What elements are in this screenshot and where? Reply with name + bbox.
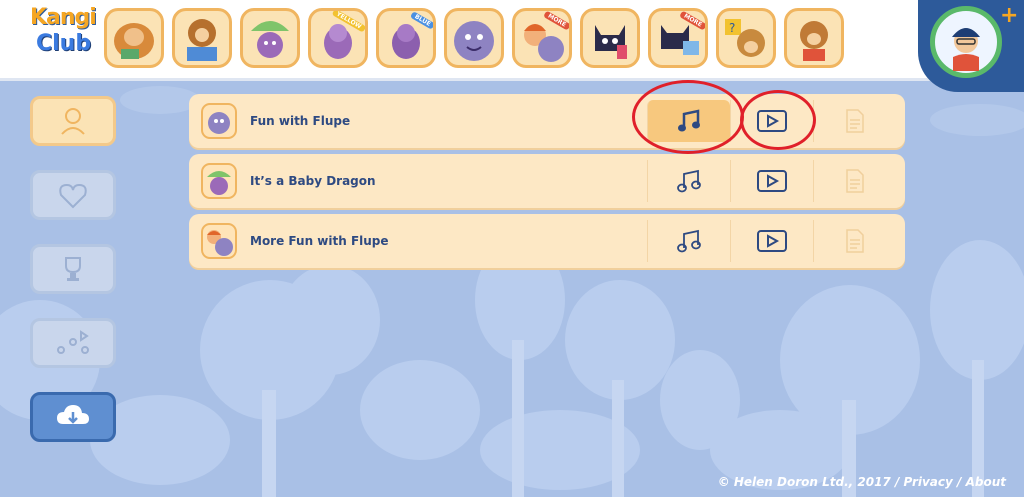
sidebar-download-button[interactable] [30,392,116,442]
music-button[interactable] [647,160,730,202]
character-carousel: YELLOW BLUE MORE MORE ? [104,6,852,72]
character-baby-dragon-umbrella[interactable] [240,8,300,68]
play-icon [757,170,787,192]
video-play-button[interactable] [730,220,813,262]
add-profile-icon[interactable]: + [1000,5,1020,27]
song-thumbnail [201,163,237,199]
character-black-cat[interactable] [580,8,640,68]
sidebar-profile-button[interactable] [30,96,116,146]
svg-text:?: ? [729,21,735,35]
music-button[interactable] [647,220,730,262]
copyright-text: © Helen Doron Ltd., 2017 [717,475,891,489]
song-row[interactable]: More Fun with Flupe [189,214,905,268]
character-dog-book[interactable] [172,8,232,68]
lyrics-document-button[interactable] [813,100,896,142]
song-title: It’s a Baby Dragon [250,174,376,188]
logo-text-club: Club [36,31,92,56]
about-link[interactable]: About [966,475,1006,489]
lyrics-document-button[interactable] [813,160,896,202]
play-icon [757,230,787,252]
logo-text-kangi: Kangi [30,5,97,30]
document-icon [846,169,864,193]
sidebar-trophies-button[interactable] [30,244,116,294]
character-dragon-blue[interactable]: BLUE [376,8,436,68]
kangi-club-logo[interactable]: Kangi Club [30,6,104,72]
person-icon [61,108,85,135]
top-bar: Kangi Club YELLOW BLUE MORE MORE ? + [0,0,1024,92]
avatar[interactable] [930,6,1002,78]
footer: © Helen Doron Ltd., 2017 / Privacy / Abo… [718,475,1006,489]
document-icon [846,109,864,133]
song-title: Fun with Flupe [250,114,351,128]
music-note-icon [677,229,701,253]
song-thumbnail [201,103,237,139]
character-dragon-yellow[interactable]: YELLOW [308,8,368,68]
trophy-icon [65,257,81,281]
footer-separator: / [890,475,904,489]
footer-separator: / [952,475,966,489]
song-title: More Fun with Flupe [250,234,389,248]
privacy-link[interactable]: Privacy [904,475,953,489]
sidebar-games-button[interactable] [30,318,116,368]
document-icon [846,229,864,253]
music-note-icon [677,169,701,193]
video-play-button[interactable] [730,160,813,202]
character-dog-scout[interactable] [784,8,844,68]
cloud-download-icon [57,405,89,424]
song-thumbnail [201,223,237,259]
annotation-circle-video [740,90,816,150]
sidebar-favorites-button[interactable] [30,170,116,220]
lyrics-document-button[interactable] [813,220,896,262]
character-boy-flupe[interactable]: MORE [512,8,572,68]
character-dog-question[interactable]: ? [716,8,776,68]
character-flupe[interactable] [444,8,504,68]
annotation-circle-music [632,80,744,154]
song-row[interactable]: It’s a Baby Dragon [189,154,905,208]
path-icon [57,330,89,354]
character-dog-reading[interactable] [104,8,164,68]
character-black-cat-photos[interactable]: MORE [648,8,708,68]
heart-icon [59,183,87,209]
